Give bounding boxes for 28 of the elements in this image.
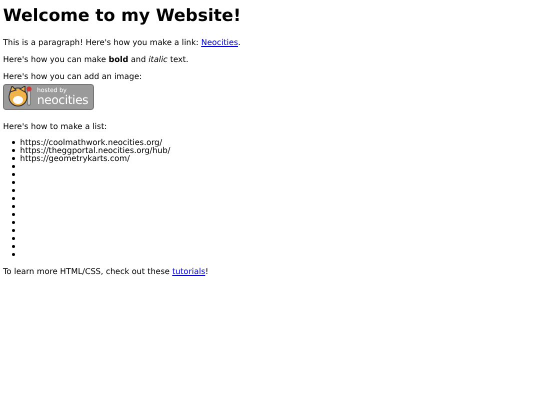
bullet-icon — [12, 237, 15, 240]
bullet-icon — [12, 149, 15, 152]
bullet-icon — [12, 213, 15, 216]
bullet-icon — [12, 189, 15, 192]
bullet-icon — [12, 253, 15, 256]
badge-logo-text: neocities — [37, 94, 88, 106]
paragraph: Here's how you can make bold and italic text. — [3, 54, 190, 65]
bullet-icon — [12, 141, 15, 144]
cat-icon — [6, 86, 34, 108]
list-item: https://theggportal.neocities.org/hub/ — [20, 146, 170, 155]
bullet-icon — [12, 245, 15, 248]
list-item: https://geometrykarts.com/ — [20, 154, 130, 164]
paragraph: Here's how you can add an image: — [3, 72, 143, 82]
paragraph: This is a paragraph! Here's how you make a link: Neocities. — [3, 38, 242, 48]
link[interactable]: tutorials — [172, 266, 206, 276]
paragraph: To learn more HTML/CSS, check out these tutorials! — [3, 266, 210, 276]
bullet-icon — [12, 229, 15, 232]
paragraph: Here's how to make a list: — [3, 122, 108, 132]
link[interactable]: Neocities — [201, 38, 238, 48]
bullet-icon — [12, 165, 15, 168]
bullet-icon — [12, 221, 15, 224]
bullet-icon — [12, 157, 15, 160]
bullet-icon — [12, 181, 15, 184]
bullet-icon — [12, 205, 15, 208]
page-heading: Welcome to my Website! — [3, 6, 242, 26]
list-item: https://coolmathwork.neocities.org/ — [20, 138, 162, 147]
bullet-icon — [12, 173, 15, 176]
bullet-icon — [12, 197, 15, 200]
